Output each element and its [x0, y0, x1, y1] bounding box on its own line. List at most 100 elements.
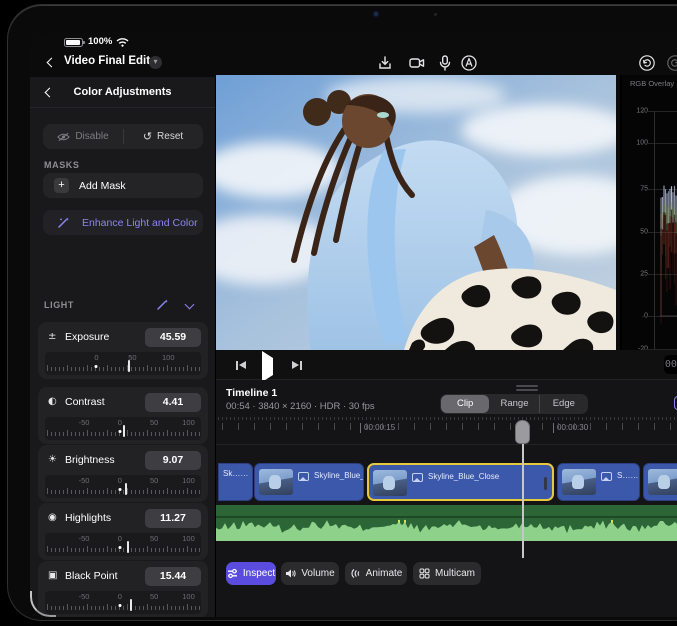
clip-thumbnail — [373, 470, 407, 496]
exposure-slider[interactable]: 050100 — [45, 352, 201, 375]
slider-thumb[interactable] — [130, 599, 132, 611]
timeline-ruler[interactable]: 00:00:15 00:00:30 — [216, 417, 677, 445]
transport-bar: 00:00:27:17 — [216, 350, 677, 380]
contrast-icon: ◐ — [48, 396, 60, 407]
image-icon — [298, 472, 309, 481]
ruler-scale-label: 100 — [182, 592, 195, 601]
clip-skyline-partial[interactable]: S…… — [557, 463, 640, 501]
animate-waves-icon — [350, 568, 361, 579]
timecode-display: 00:00:27:17 — [664, 355, 677, 374]
status-bar: 100% — [30, 32, 677, 52]
panel-title: Color Adjustments — [30, 86, 215, 98]
light-collapse-chevron-icon[interactable] — [185, 300, 195, 310]
ruler-scale-label: -50 — [79, 592, 90, 601]
contrast-value[interactable]: 4.41 — [145, 393, 201, 412]
multicam-button[interactable]: Multicam — [413, 562, 481, 585]
video-preview[interactable] — [216, 75, 616, 350]
volume-button[interactable]: Volume — [281, 562, 339, 585]
light-section-row[interactable]: LIGHT — [30, 295, 216, 315]
slider-exposure: ± Exposure 45.59 050100 — [38, 322, 208, 379]
slider-thumb[interactable] — [127, 541, 129, 553]
black-point-value[interactable]: 15.44 — [145, 567, 201, 586]
black-point-slider[interactable]: -50050100 — [45, 591, 201, 614]
masks-section-label: MASKS — [44, 160, 80, 170]
ruler-scale-label: 0 — [118, 418, 122, 427]
highlights-slider[interactable]: -50050100 — [45, 533, 201, 556]
inspect-sliders-icon — [227, 568, 238, 579]
audio-track[interactable] — [216, 505, 677, 541]
title-chevron-down-icon[interactable]: ▾ — [149, 56, 162, 69]
clip-thumbnail — [648, 469, 677, 495]
play-icon[interactable] — [262, 358, 273, 376]
exposure-value[interactable]: 45.59 — [145, 328, 201, 347]
microphone-icon[interactable] — [436, 54, 454, 72]
back-icon[interactable] — [47, 58, 57, 68]
panel-header: Color Adjustments — [30, 77, 215, 108]
light-section-label: LIGHT — [44, 300, 74, 310]
playhead-line — [522, 432, 524, 558]
slider-highlights: ◉ Highlights 11.27 -50050100 — [38, 503, 208, 560]
clip-thumbnail — [259, 469, 293, 495]
mode-edge[interactable]: Edge — [539, 395, 588, 413]
speaker-icon — [285, 568, 296, 579]
animate-button[interactable]: Animate — [345, 562, 407, 585]
contrast-slider[interactable]: -50050100 — [45, 417, 201, 440]
preview-frame-image — [216, 75, 616, 350]
skip-back-icon[interactable] — [236, 360, 246, 370]
highlights-value[interactable]: 11.27 — [145, 509, 201, 528]
image-icon — [412, 473, 423, 482]
slider-black-point: ▣ Black Point 15.44 -50050100 — [38, 561, 208, 617]
highlights-icon: ◉ — [48, 512, 60, 523]
skip-forward-icon[interactable] — [292, 360, 302, 370]
clip-partial-right[interactable] — [643, 463, 677, 501]
scope-waveform — [655, 75, 677, 350]
project-title[interactable]: Video Final Edit — [64, 55, 150, 67]
ruler-scale-label: -50 — [79, 476, 90, 485]
playhead-handle[interactable] — [515, 420, 530, 444]
clip-thumbnail — [562, 469, 596, 495]
reset-icon: ↺ — [143, 130, 152, 143]
brightness-slider[interactable]: -50050100 — [45, 475, 201, 498]
clip-skyline-blue-close-selected[interactable]: Skyline_Blue_Close — [367, 463, 554, 501]
inspect-button[interactable]: Inspect — [226, 562, 276, 585]
slider-contrast: ◐ Contrast 4.41 -50050100 — [38, 387, 208, 444]
brightness-value[interactable]: 9.07 — [145, 451, 201, 470]
magic-wand-icon — [57, 216, 70, 229]
slider-brightness: ☀ Brightness 9.07 -50050100 — [38, 445, 208, 502]
pencil-tools-icon[interactable] — [460, 54, 478, 72]
timeline-info: 00:54 · 3840 × 2160 · HDR · 30 fps — [226, 401, 375, 412]
audio-waveform — [216, 505, 677, 541]
reset-button[interactable]: ↺ Reset — [123, 124, 203, 149]
image-icon — [601, 472, 612, 481]
enhance-light-color-button[interactable]: Enhance Light and Color — [43, 210, 203, 235]
timeline-section: Timeline 1 00:54 · 3840 × 2160 · HDR · 3… — [216, 380, 677, 617]
import-icon[interactable] — [376, 54, 394, 72]
ruler-scale-label: 0 — [94, 353, 98, 362]
volume-line[interactable] — [216, 516, 677, 518]
ipad-device-frame: 100% Video Final Edit ▾ — [8, 5, 677, 620]
undo-icon[interactable] — [638, 54, 656, 72]
mode-clip[interactable]: Clip — [441, 395, 489, 413]
disable-button[interactable]: Disable — [43, 124, 123, 149]
mode-range[interactable]: Range — [490, 395, 538, 413]
slider-thumb[interactable] — [128, 360, 130, 372]
slider-thumb[interactable] — [123, 425, 125, 437]
battery-icon — [64, 38, 83, 47]
divider — [123, 129, 124, 144]
trim-handle-right[interactable] — [544, 477, 547, 490]
panel-drag-handle[interactable] — [516, 385, 538, 387]
eye-slash-icon — [57, 132, 70, 142]
ruler-scale-label: 100 — [182, 476, 195, 485]
ruler-scale-label: 0 — [118, 592, 122, 601]
add-mask-button[interactable]: + Add Mask — [43, 173, 203, 198]
ruler-scale-label: -50 — [79, 418, 90, 427]
title-bar: Video Final Edit ▾ — [30, 50, 677, 78]
clip-skyline-partial-left[interactable]: Sk…… — [218, 463, 253, 501]
ruler-scale-label: 50 — [150, 476, 158, 485]
redo-icon[interactable] — [666, 54, 677, 72]
slider-thumb[interactable] — [125, 483, 127, 495]
clip-skyline-blue-wide[interactable]: Skyline_Blue_Wide — [254, 463, 364, 501]
exposure-icon: ± — [48, 331, 60, 342]
plus-icon: + — [54, 178, 69, 193]
camera-icon[interactable] — [408, 54, 426, 72]
